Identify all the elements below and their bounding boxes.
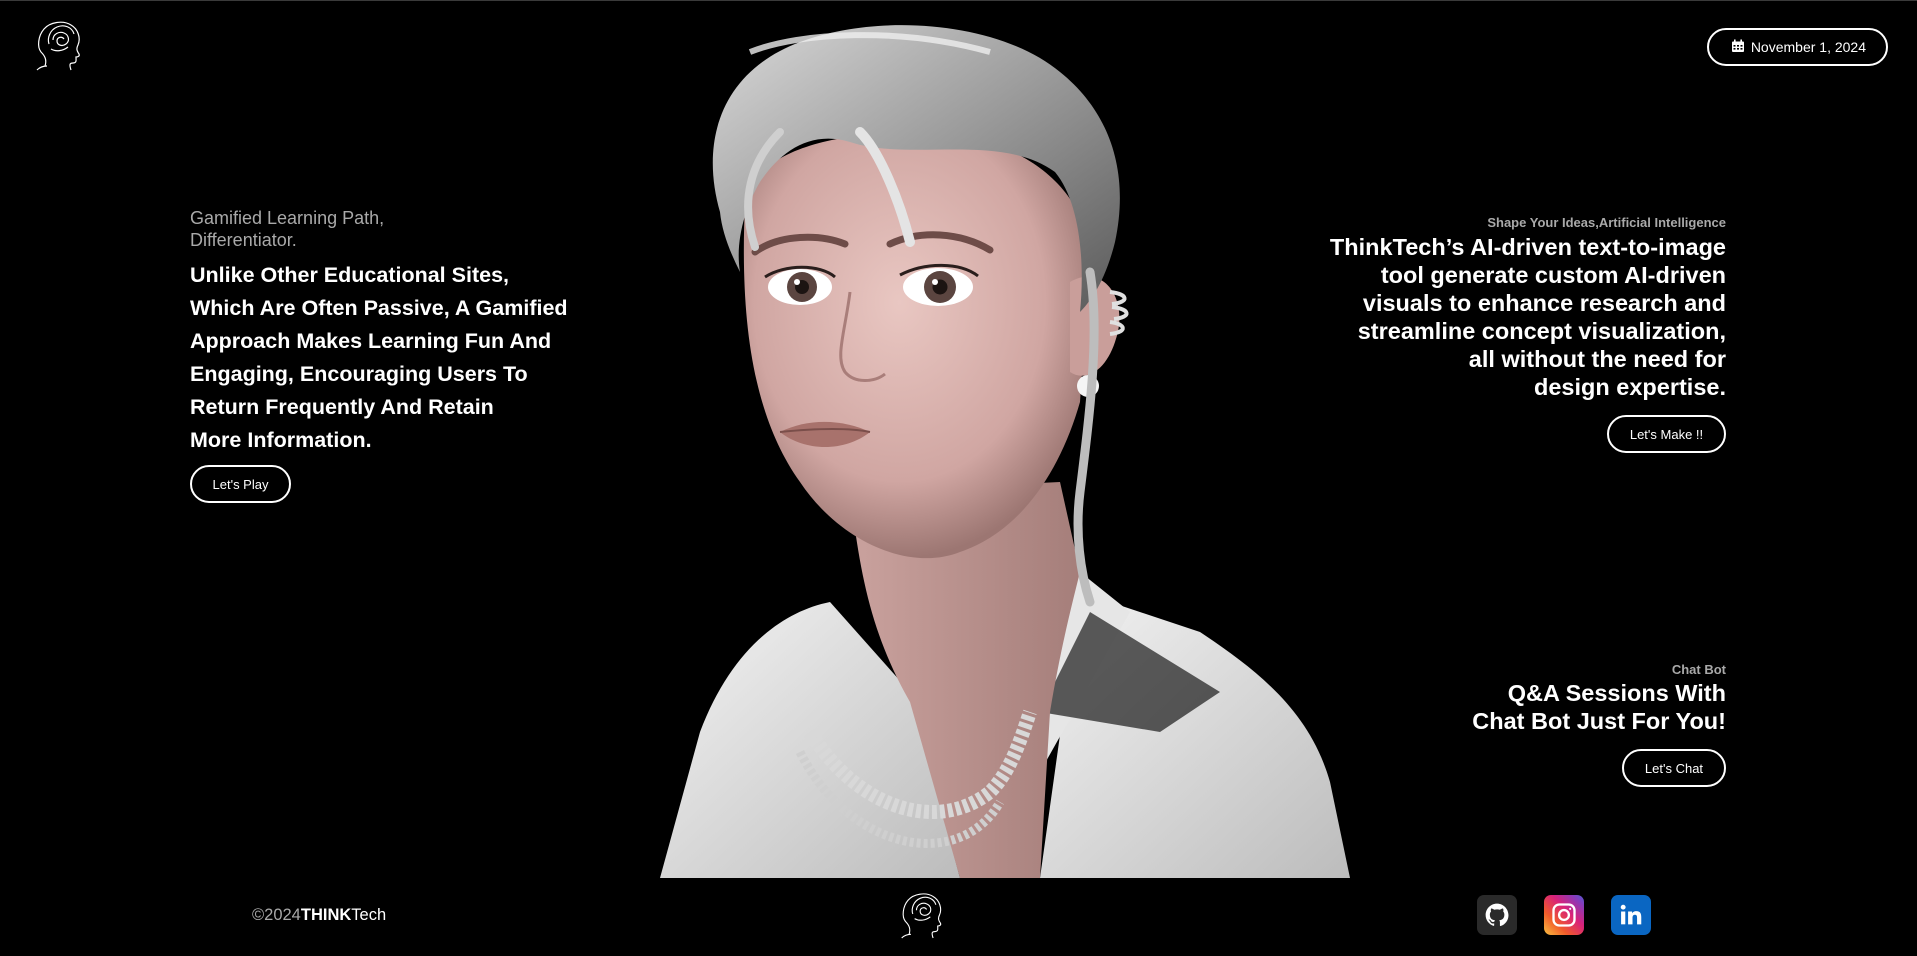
footer-head-logo-icon[interactable] [898, 886, 946, 942]
lets-make-button[interactable]: Let's Make !! [1607, 415, 1726, 453]
date-badge[interactable]: November 1, 2024 [1706, 28, 1888, 66]
footer-copyright: ©2024THINKTech [252, 906, 387, 924]
linkedin-icon[interactable] [1611, 895, 1651, 935]
ai-image-section: Shape Your Ideas,Artificial Intelligence… [1286, 215, 1726, 401]
gamified-section: Gamified Learning Path, Differentiator. … [190, 207, 620, 457]
head-logo-icon[interactable] [33, 16, 85, 72]
date-text: November 1, 2024 [1750, 39, 1866, 55]
github-icon[interactable] [1477, 895, 1517, 935]
instagram-icon[interactable] [1544, 895, 1584, 935]
gamified-description: Unlike Other Educational Sites, Which Ar… [190, 263, 568, 452]
lets-play-button[interactable]: Let's Play [190, 465, 291, 503]
ai-image-eyebrow: Shape Your Ideas,Artificial Intelligence [1487, 215, 1726, 230]
top-border [0, 0, 1917, 1]
calendar-icon [1731, 39, 1745, 56]
hero-character-image [660, 12, 1350, 878]
social-links [1477, 895, 1651, 935]
ai-image-description: ThinkTech’s AI-driven text-to-image tool… [1329, 234, 1726, 400]
chat-bot-eyebrow: Chat Bot [1671, 662, 1726, 677]
chat-bot-description: Q&A Sessions With Chat Bot Just For You! [1472, 680, 1726, 734]
gamified-eyebrow: Gamified Learning Path, Differentiator. [190, 208, 385, 250]
chat-bot-section: Chat Bot Q&A Sessions With Chat Bot Just… [1346, 662, 1726, 735]
lets-chat-button[interactable]: Let's Chat [1622, 749, 1726, 787]
